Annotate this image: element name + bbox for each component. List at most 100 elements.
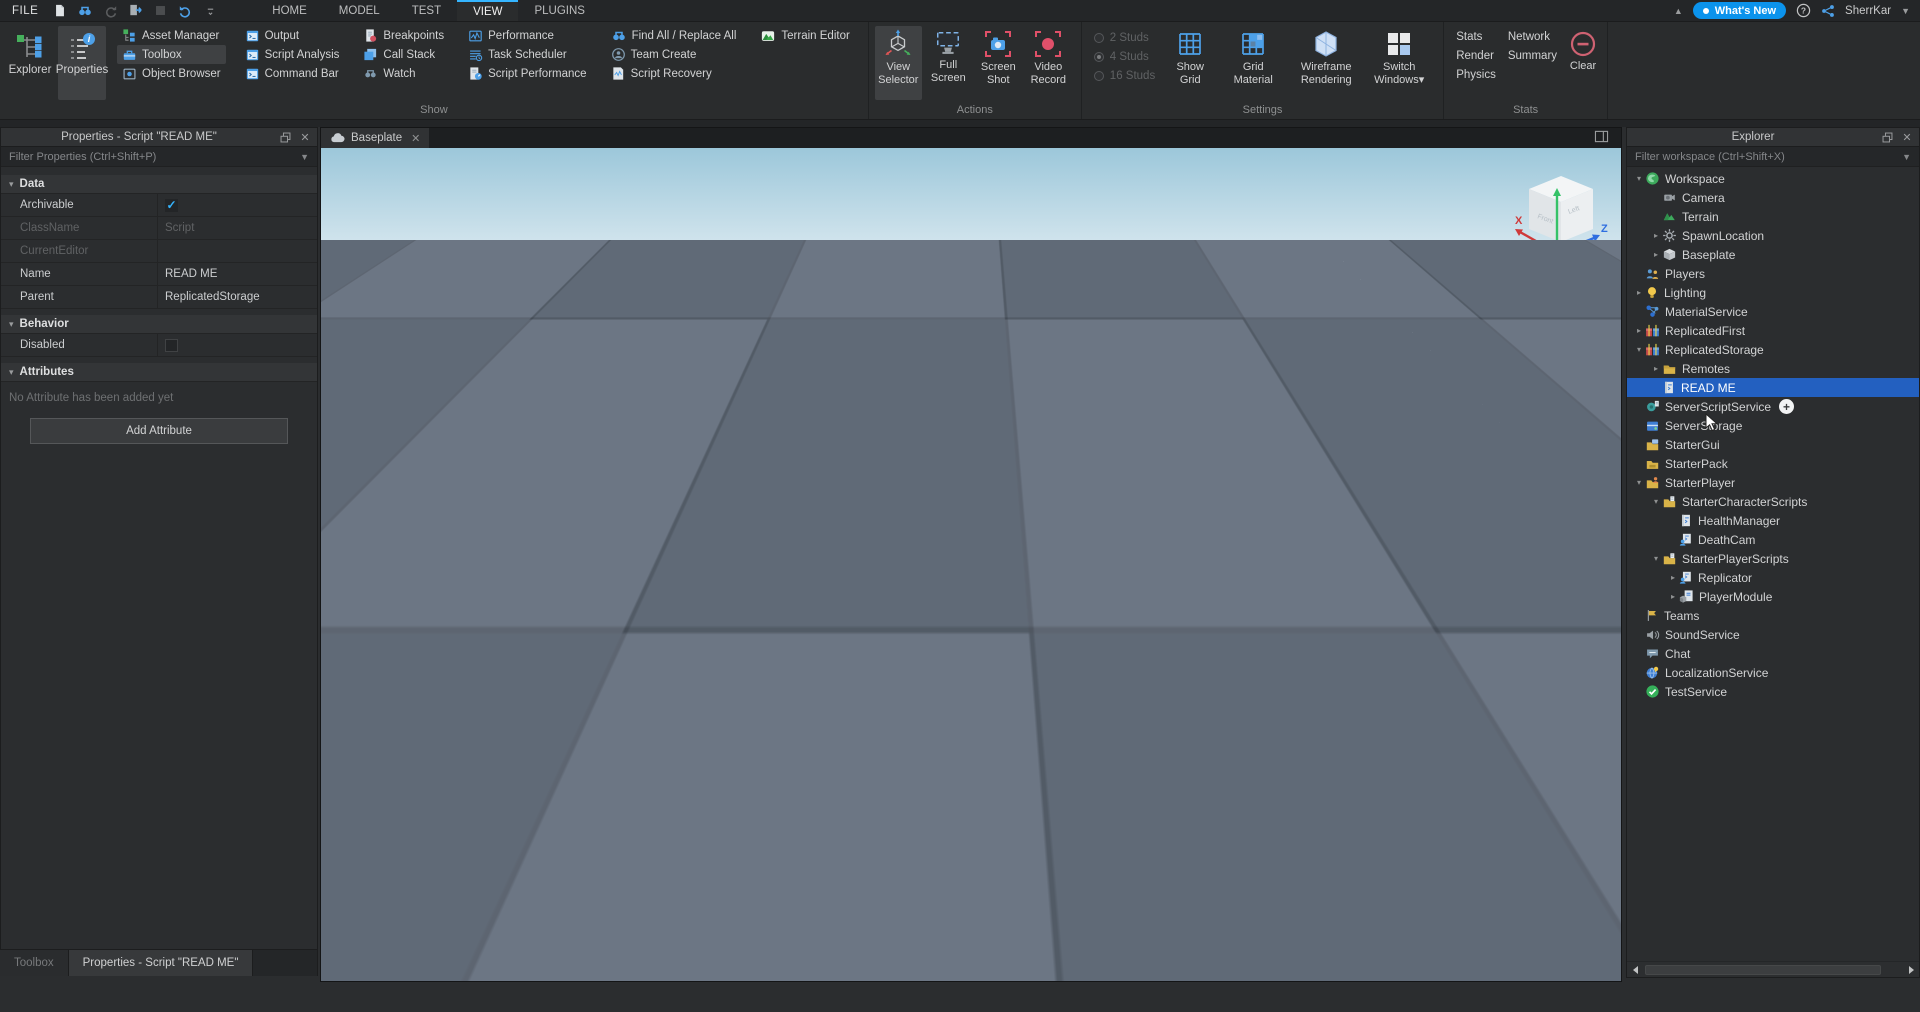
- float-pane-icon[interactable]: [277, 129, 293, 145]
- quick-stop-button[interactable]: [152, 3, 168, 19]
- property-value[interactable]: [157, 334, 317, 356]
- chevron-down-icon[interactable]: ▾: [1650, 554, 1662, 563]
- call-stack-button[interactable]: Call Stack: [358, 45, 449, 64]
- quick-toolbar-more-button[interactable]: [202, 3, 218, 19]
- filter-dropdown-icon[interactable]: ▼: [300, 152, 309, 162]
- tree-item-starterplayerscripts[interactable]: ▾StarterPlayerScripts: [1627, 549, 1919, 568]
- render-stat-toggle[interactable]: Render: [1456, 47, 1496, 66]
- tree-item-starterpack[interactable]: StarterPack: [1627, 454, 1919, 473]
- tree-item-lighting[interactable]: ▸Lighting: [1627, 283, 1919, 302]
- task-scheduler-button[interactable]: Task Scheduler: [463, 45, 591, 64]
- quick-paste-button[interactable]: [127, 3, 143, 19]
- tree-item-testservice[interactable]: TestService: [1627, 682, 1919, 701]
- chevron-right-icon[interactable]: ▸: [1650, 250, 1662, 259]
- add-attribute-button[interactable]: Add Attribute: [30, 418, 288, 444]
- toolbox-button[interactable]: Toolbox: [117, 45, 226, 64]
- property-value[interactable]: READ ME: [157, 263, 317, 285]
- 16-studs-radio[interactable]: 16 Studs: [1094, 66, 1155, 85]
- tree-item-replicatedfirst[interactable]: ▸ReplicatedFirst: [1627, 321, 1919, 340]
- tree-item-startergui[interactable]: StarterGui: [1627, 435, 1919, 454]
- chevron-right-icon[interactable]: ▸: [1667, 573, 1679, 582]
- dock-tab-toolbox[interactable]: Toolbox: [0, 950, 69, 976]
- tree-item-baseplate[interactable]: ▸Baseplate: [1627, 245, 1919, 264]
- add-instance-icon[interactable]: +: [1779, 399, 1794, 414]
- section-header-data[interactable]: ▾Data: [1, 175, 317, 194]
- tree-item-remotes[interactable]: ▸Remotes: [1627, 359, 1919, 378]
- chevron-right-icon[interactable]: ▸: [1633, 326, 1645, 335]
- section-header-attributes[interactable]: ▾Attributes: [1, 363, 317, 382]
- chevron-down-icon[interactable]: ▾: [1650, 497, 1662, 506]
- chevron-right-icon[interactable]: ▸: [1633, 288, 1645, 297]
- quick-save-button[interactable]: [52, 3, 68, 19]
- close-icon[interactable]: ✕: [1899, 129, 1915, 145]
- 4-studs-radio[interactable]: 4 Studs: [1094, 47, 1155, 66]
- view-cube[interactable]: Front Left X Z: [1515, 176, 1608, 253]
- tree-item-camera[interactable]: Camera: [1627, 188, 1919, 207]
- filter-dropdown-icon[interactable]: ▼: [1902, 152, 1911, 162]
- video-record-button[interactable]: VideoRecord: [1025, 26, 1072, 100]
- share-icon[interactable]: [1821, 4, 1835, 18]
- tree-item-healthmanager[interactable]: HealthManager: [1627, 511, 1919, 530]
- script-analysis-button[interactable]: Script Analysis: [240, 45, 345, 64]
- tree-item-replicator[interactable]: ▸Replicator: [1627, 568, 1919, 587]
- show-grid-button[interactable]: ShowGrid: [1165, 26, 1215, 100]
- command-bar-button[interactable]: Command Bar: [240, 64, 345, 83]
- chevron-right-icon[interactable]: ▸: [1667, 592, 1679, 601]
- tree-item-spawnlocation[interactable]: ▸SpawnLocation: [1627, 226, 1919, 245]
- explorer-filter-input[interactable]: Filter workspace (Ctrl+Shift+X) ▼: [1627, 147, 1919, 167]
- screen-shot-button[interactable]: ScreenShot: [975, 26, 1022, 100]
- team-create-button[interactable]: Team Create: [606, 45, 742, 64]
- performance-button[interactable]: Performance: [463, 26, 591, 45]
- checkbox-checked[interactable]: ✓: [165, 199, 178, 212]
- tab-close-icon[interactable]: ✕: [411, 132, 420, 145]
- 3d-scene[interactable]: Front Left X Z: [321, 148, 1621, 981]
- menu-tab-plugins[interactable]: PLUGINS: [518, 0, 601, 21]
- tab-baseplate[interactable]: Baseplate ✕: [321, 128, 429, 148]
- menu-tab-test[interactable]: TEST: [396, 0, 457, 21]
- tree-item-players[interactable]: Players: [1627, 264, 1919, 283]
- wireframe-rendering-button[interactable]: WireframeRendering: [1291, 26, 1361, 100]
- checkbox-unchecked[interactable]: [165, 339, 178, 352]
- asset-manager-button[interactable]: Asset Manager: [117, 26, 226, 45]
- scroll-right-icon[interactable]: [1903, 962, 1919, 978]
- chevron-right-icon[interactable]: ▸: [1650, 231, 1662, 240]
- float-pane-icon[interactable]: [1879, 129, 1895, 145]
- tree-item-serverstorage[interactable]: ServerStorage: [1627, 416, 1919, 435]
- chevron-right-icon[interactable]: ▸: [1650, 364, 1662, 373]
- account-dropdown-icon[interactable]: ▼: [1901, 6, 1910, 16]
- section-header-behavior[interactable]: ▾Behavior: [1, 315, 317, 334]
- terrain-editor-button[interactable]: Terrain Editor: [755, 26, 854, 45]
- tree-item-starterplayer[interactable]: ▾StarterPlayer: [1627, 473, 1919, 492]
- menu-tab-home[interactable]: HOME: [256, 0, 323, 21]
- quick-redo-button[interactable]: [102, 3, 118, 19]
- script-recovery-button[interactable]: Script Recovery: [606, 64, 742, 83]
- tree-item-chat[interactable]: Chat: [1627, 644, 1919, 663]
- explorer-horizontal-scrollbar[interactable]: [1627, 961, 1919, 977]
- script-performance-button[interactable]: Script Performance: [463, 64, 591, 83]
- chevron-down-icon[interactable]: ▾: [1633, 478, 1645, 487]
- quick-find-button[interactable]: [77, 3, 93, 19]
- switch-windows-button[interactable]: SwitchWindows▾: [1364, 26, 1434, 100]
- summary-stat-toggle[interactable]: Summary: [1508, 47, 1557, 66]
- pane-layout-icon[interactable]: [1594, 130, 1609, 143]
- menu-tab-view[interactable]: VIEW: [457, 0, 518, 21]
- physics-stat-toggle[interactable]: Physics: [1456, 66, 1496, 85]
- tree-item-startercharacterscripts[interactable]: ▾StarterCharacterScripts: [1627, 492, 1919, 511]
- tree-item-replicatedstorage[interactable]: ▾ReplicatedStorage: [1627, 340, 1919, 359]
- tree-item-serverscriptservice[interactable]: ServerScriptService+: [1627, 397, 1919, 416]
- grid-material-button[interactable]: GridMaterial: [1218, 26, 1288, 100]
- whats-new-button[interactable]: What's New: [1693, 2, 1786, 19]
- object-browser-button[interactable]: Object Browser: [117, 64, 226, 83]
- full-screen-button[interactable]: FullScreen: [925, 26, 972, 100]
- find-all-replace-all-button[interactable]: Find All / Replace All: [606, 26, 742, 45]
- tree-item-workspace[interactable]: ▾Workspace: [1627, 169, 1919, 188]
- explorer-toggle-button[interactable]: Explorer: [6, 26, 54, 100]
- network-stat-toggle[interactable]: Network: [1508, 28, 1557, 47]
- quick-undo-button[interactable]: [177, 3, 193, 19]
- stats-stat-toggle[interactable]: Stats: [1456, 28, 1496, 47]
- tree-item-teams[interactable]: Teams: [1627, 606, 1919, 625]
- tree-item-read-me[interactable]: READ ME: [1627, 378, 1919, 397]
- scrollbar-thumb[interactable]: [1645, 965, 1881, 975]
- tree-item-deathcam[interactable]: DeathCam: [1627, 530, 1919, 549]
- chevron-down-icon[interactable]: ▾: [1633, 174, 1645, 183]
